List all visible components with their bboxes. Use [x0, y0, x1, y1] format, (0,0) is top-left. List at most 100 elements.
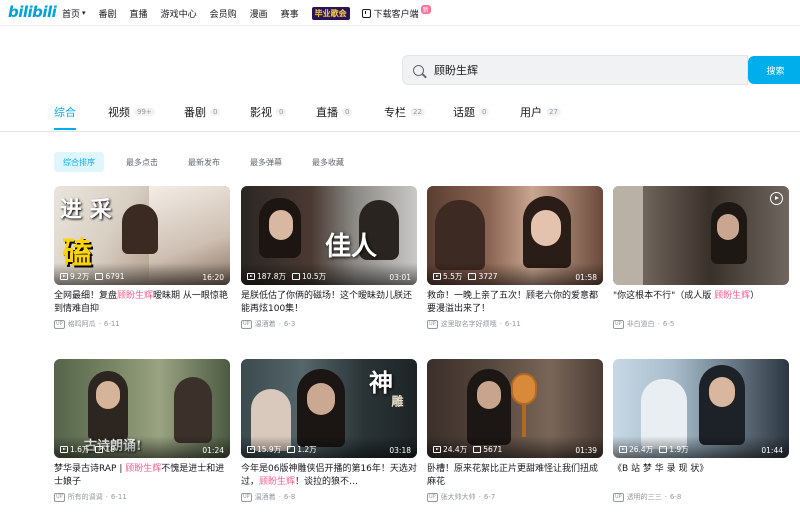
video-title[interactable]: 是朕低估了你俩的磁场！这个暧昧劲儿朕还能再炫100集！ — [241, 290, 417, 316]
uploader-icon: UP — [613, 492, 624, 502]
play-icon[interactable] — [770, 192, 783, 205]
thumbnail-figure — [531, 210, 561, 246]
danmaku-icon — [95, 273, 104, 280]
upload-date: 6-7 — [483, 493, 496, 501]
thumbnail-figure — [122, 204, 158, 254]
title-keyword-highlight: 顾盼生辉 — [259, 477, 296, 487]
filter-newest[interactable]: 最新发布 — [188, 152, 220, 172]
nav-vip-shop[interactable]: 会员购 — [210, 7, 237, 20]
search-bar: 搜索 — [402, 55, 800, 85]
tab-bangumi[interactable]: 番剧 0 — [184, 104, 221, 120]
uploader-name[interactable]: 格鸣阿瓜 — [68, 319, 96, 329]
video-card[interactable]: 古诗朗诵! 1.6万18 01:24 梦华录古诗RAP | 顾盼生辉不愧是进士和… — [54, 359, 230, 502]
tab-label: 番剧 — [184, 106, 206, 119]
video-card[interactable]: 24.4万 5671 01:39 卧槽！原来花絮比正片更甜难怪让我们扭成麻花 UP… — [427, 359, 603, 502]
title-text: 梦华录古诗RAP | — [54, 464, 126, 474]
uploader-name[interactable]: 非白道白 — [627, 319, 655, 329]
video-thumbnail[interactable]: 佳人 187.8万 10.5万 03:01 — [241, 186, 417, 285]
title-text: ！谈拉的狼不… — [295, 477, 359, 487]
video-thumbnail[interactable]: 5.5万 3727 01:58 — [427, 186, 603, 285]
nav-home-label: 首页 — [62, 9, 81, 20]
video-title[interactable]: "你这根本不行"（成人版 顾盼生辉） — [613, 290, 789, 316]
filter-comprehensive[interactable]: 综合排序 — [54, 152, 104, 172]
title-text: 是朕低估了你俩的磁场！这个暧昧劲儿朕还能再炫100集！ — [241, 291, 413, 314]
upload-date: 6-11 — [110, 493, 127, 501]
nav-manga[interactable]: 漫画 — [250, 7, 268, 20]
uploader-name[interactable]: 这里取名字好烦哦 — [441, 319, 497, 329]
upload-date: 6-11 — [103, 320, 120, 328]
thumbnail-figure — [269, 210, 293, 240]
view-count: 187.8万 — [257, 272, 286, 281]
download-client-link[interactable]: 下载客户端 新 — [361, 4, 431, 20]
video-card[interactable]: 佳人 187.8万 10.5万 03:01 是朕低估了你俩的磁场！这个暧昧劲儿朕还… — [241, 186, 417, 329]
tab-all[interactable]: 综合 — [54, 104, 76, 120]
video-title[interactable]: 救命！一晚上亲了五次！顾老六你的爱意都要漫溢出来了！ — [427, 290, 603, 316]
video-title[interactable]: 《B 站 梦 华 录 现 状》 — [613, 463, 789, 489]
search-box[interactable] — [402, 55, 748, 85]
search-input[interactable] — [434, 63, 714, 77]
nav-anime[interactable]: 番剧 — [99, 7, 117, 20]
tab-topic[interactable]: 话题 0 — [453, 104, 490, 120]
filter-most-views[interactable]: 最多点击 — [126, 152, 158, 172]
nav-live[interactable]: 直播 — [130, 7, 148, 20]
thumbnail-window — [613, 186, 643, 285]
video-thumbnail[interactable]: 古诗朗诵! 1.6万18 01:24 — [54, 359, 230, 458]
nav-home[interactable]: 首页 ▾ — [62, 7, 86, 20]
tab-count: 0 — [276, 108, 287, 116]
uploader-name[interactable]: 张大帅大帅 — [441, 492, 476, 502]
danmaku-count: 6791 — [105, 272, 125, 281]
title-keyword-highlight: 顾盼生辉 — [117, 291, 154, 301]
search-icon — [413, 64, 424, 76]
play-count-icon — [247, 273, 255, 280]
nav-esports[interactable]: 赛事 — [281, 7, 299, 20]
video-title[interactable]: 梦华录古诗RAP | 顾盼生辉不愧是进士和进士娘子 — [54, 463, 230, 489]
play-count-icon — [60, 446, 68, 453]
danmaku-count: 1.2万 — [297, 445, 317, 454]
upload-date: 6-8 — [669, 493, 682, 501]
danmaku-icon — [291, 273, 300, 280]
uploader-name[interactable]: 温酒着 — [255, 492, 276, 502]
meta-separator: · — [664, 493, 667, 501]
video-meta: UP 张大帅大帅 · 6-7 — [427, 492, 603, 502]
video-thumbnail[interactable]: 24.4万 5671 01:39 — [427, 359, 603, 458]
video-card[interactable]: 26.4万 1.9万 01:44 《B 站 梦 华 录 现 状》 UP 透明的三三 ·… — [613, 359, 789, 502]
search-button[interactable]: 搜索 — [748, 56, 800, 84]
video-thumbnail[interactable]: 神 雕 15.9万 1.2万 03:18 — [241, 359, 417, 458]
thumbnail-figure — [96, 381, 120, 409]
tab-film[interactable]: 影视 0 — [250, 104, 287, 120]
uploader-name[interactable]: 所有的调调 — [68, 492, 103, 502]
video-title[interactable]: 全网最细！复盘顾盼生辉暧昧期 从一眼惊艳到情难自抑 — [54, 290, 230, 316]
tab-user[interactable]: 用户 27 — [520, 104, 561, 120]
video-thumbnail[interactable] — [613, 186, 789, 285]
filter-most-favorites[interactable]: 最多收藏 — [312, 152, 344, 172]
event-banner-link[interactable]: 毕业歌会 — [311, 6, 350, 20]
video-card[interactable]: 神 雕 15.9万 1.2万 03:18 今年是06版神雕侠侣开播的第16年！天选… — [241, 359, 417, 502]
meta-separator: · — [98, 320, 101, 328]
video-stats: 15.9万 1.2万 — [247, 444, 317, 455]
video-card[interactable]: 进 采 磕 9.2万 6791 16:20 全网最细！复盘顾盼生辉暧昧期 从一眼惊… — [54, 186, 230, 329]
title-text: ） — [750, 291, 760, 301]
tab-live[interactable]: 直播 0 — [316, 104, 353, 120]
bilibili-logo[interactable]: bilibili — [8, 3, 57, 21]
danmaku-icon — [659, 446, 668, 453]
meta-separator: · — [105, 493, 108, 501]
tab-article[interactable]: 专栏 22 — [384, 104, 425, 120]
video-thumbnail[interactable]: 26.4万 1.9万 01:44 — [613, 359, 789, 458]
thumbnail-caption: 进 采 — [60, 197, 112, 223]
video-thumbnail[interactable]: 进 采 磕 9.2万 6791 16:20 — [54, 186, 230, 285]
video-title[interactable]: 今年是06版神雕侠侣开播的第16年！天选对过，顾盼生辉！谈拉的狼不… — [241, 463, 417, 489]
uploader-name[interactable]: 透明的三三 — [627, 492, 662, 502]
result-type-tabs: 综合 视频 99+ 番剧 0 影视 0 直播 0 专栏 22 话题 0 用户 27 — [0, 104, 800, 132]
video-card[interactable]: "你这根本不行"（成人版 顾盼生辉） UP 非白道白 · 6-5 — [613, 186, 789, 329]
download-label: 下载客户端 — [373, 9, 419, 20]
video-card[interactable]: 5.5万 3727 01:58 救命！一晚上亲了五次！顾老六你的爱意都要漫溢出来了… — [427, 186, 603, 329]
uploader-icon: UP — [54, 492, 65, 502]
video-title[interactable]: 卧槽！原来花絮比正片更甜难怪让我们扭成麻花 — [427, 463, 603, 489]
download-icon — [361, 8, 371, 18]
uploader-name[interactable]: 温酒着 — [255, 319, 276, 329]
top-nav-bar: bilibili 首页 ▾ 番剧 直播 游戏中心 会员购 漫画 赛事 毕业歌会 下… — [0, 0, 800, 26]
filter-most-danmaku[interactable]: 最多弹幕 — [250, 152, 282, 172]
tab-video[interactable]: 视频 99+ — [108, 104, 155, 120]
nav-game-center[interactable]: 游戏中心 — [161, 7, 197, 20]
danmaku-count: 10.5万 — [301, 272, 327, 281]
